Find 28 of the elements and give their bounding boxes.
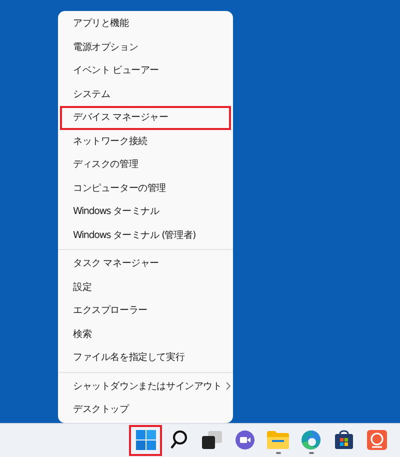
menu-item[interactable]: デスクトップ [60,398,231,422]
menu-item[interactable]: エクスプローラー [60,299,231,322]
menu-item[interactable]: Windows ターミナル (管理者) [60,224,231,247]
menu-item[interactable]: コンピューターの管理 [60,176,231,200]
menu-item[interactable]: Windows ターミナル [60,200,231,224]
menu-item[interactable]: ディスクの管理 [60,153,231,176]
stacked-windows-icon [202,431,222,450]
menu-item[interactable]: ネットワーク接続 [60,130,231,153]
menu-item[interactable]: システム [60,82,231,106]
chevron-icon [226,382,231,390]
folder-icon [266,431,288,450]
menu-item[interactable]: ファイル名を指定して実行 [60,346,231,370]
browser-swirl-icon [300,430,320,450]
running-indicator [309,452,314,454]
running-indicator [276,452,281,454]
app-tile-icon [366,430,386,450]
menu-item[interactable]: 設定 [60,276,231,299]
menu-item[interactable]: タスク マネージャー [60,252,231,276]
menu-item[interactable]: シャットダウンまたはサインアウト [60,374,231,398]
menu-item[interactable]: デバイス マネージャー [60,106,231,130]
menu-item[interactable]: 検索 [60,322,231,346]
windows-logo-icon [136,430,156,450]
menu-item[interactable]: アプリと機能 [60,12,231,36]
video-chat-icon [234,430,254,450]
search-icon [170,430,188,450]
shopping-bag-icon [334,430,354,450]
menu-item[interactable]: 電源オプション [60,36,231,59]
menu-item[interactable]: イベント ビューアー [60,59,231,82]
